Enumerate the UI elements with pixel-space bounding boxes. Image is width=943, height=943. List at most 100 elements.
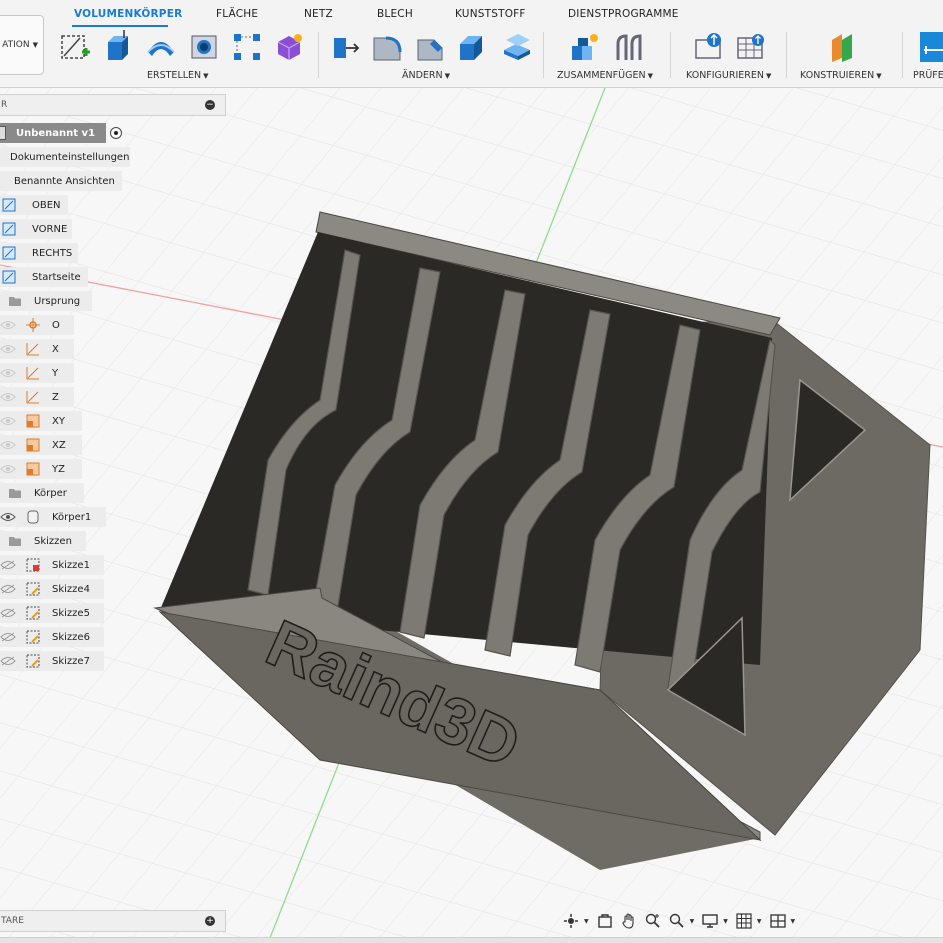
measure-icon[interactable] xyxy=(918,30,943,64)
browser-item-skizze6[interactable]: Skizze6 xyxy=(0,627,104,647)
browser-item-skizze5[interactable]: Skizze5 xyxy=(0,603,104,623)
axis-icon xyxy=(26,367,39,380)
item-label: Ursprung xyxy=(34,295,81,307)
visibility-eye-icon[interactable] xyxy=(0,464,16,474)
tab-blech[interactable]: BLECH xyxy=(377,8,413,20)
add-comment-icon[interactable]: + xyxy=(205,916,215,926)
group-konfigurieren[interactable]: KONFIGURIEREN ▼ xyxy=(686,70,771,81)
offset-plane-icon[interactable] xyxy=(826,30,860,64)
press-pull-icon[interactable] xyxy=(328,30,362,64)
tab-volumenkoerper[interactable]: VOLUMENKÖRPER xyxy=(74,8,182,20)
fillet-icon[interactable] xyxy=(370,30,404,64)
grid-settings-icon[interactable] xyxy=(733,911,755,931)
visibility-eye-icon[interactable] xyxy=(0,392,16,402)
browser-item-plane-xz[interactable]: XZ xyxy=(0,435,82,455)
browser-root-node[interactable]: Unbenannt v1 xyxy=(0,123,106,143)
tab-flaeche[interactable]: FLÄCHE xyxy=(216,8,258,20)
3d-viewport[interactable]: Raind3D xyxy=(0,88,943,943)
browser-header-label: R xyxy=(1,100,8,110)
group-erstellen[interactable]: ERSTELLEN ▼ xyxy=(147,70,209,81)
group-zusammenfuegen[interactable]: ZUSAMMENFÜGEN ▼ xyxy=(557,70,653,81)
browser-folder-ursprung[interactable]: Ursprung xyxy=(0,291,92,311)
browser-item-axis-x[interactable]: X xyxy=(0,339,74,359)
comments-panel-header[interactable]: TARE + xyxy=(0,910,226,932)
tab-kunststoff[interactable]: KUNSTSTOFF xyxy=(455,8,526,20)
browser-item-oben[interactable]: OBEN xyxy=(0,195,68,215)
shell-icon[interactable] xyxy=(456,30,490,64)
pattern-icon[interactable] xyxy=(230,30,264,64)
extrude-icon[interactable] xyxy=(102,30,136,64)
browser-item-vorne[interactable]: VORNE xyxy=(0,219,72,239)
visibility-eye-icon[interactable] xyxy=(0,320,16,330)
display-settings-icon[interactable] xyxy=(699,911,721,931)
browser-item-axis-z[interactable]: Z xyxy=(0,387,74,407)
hidden-eye-icon[interactable] xyxy=(0,584,16,594)
browser-item-rechts[interactable]: RECHTS xyxy=(0,243,78,263)
browser-item-origin-point[interactable]: O xyxy=(0,315,74,335)
navigation-bar: ▼ ▼ ▼ ▼ ▼ xyxy=(560,908,810,934)
browser-folder-skizzen[interactable]: Skizzen xyxy=(0,531,86,551)
chevron-down-icon[interactable]: ▼ xyxy=(723,918,728,925)
orbit-icon[interactable] xyxy=(560,911,582,931)
visibility-eye-icon[interactable] xyxy=(0,416,16,426)
hidden-eye-icon[interactable] xyxy=(0,632,16,642)
group-aendern-label: ÄNDERN xyxy=(402,70,443,81)
viewports-icon[interactable] xyxy=(767,911,789,931)
item-label: X xyxy=(52,343,59,355)
collapse-icon[interactable]: − xyxy=(205,100,215,110)
look-at-icon[interactable] xyxy=(594,911,616,931)
create-sketch-icon[interactable] xyxy=(58,30,92,64)
item-label: Skizze4 xyxy=(52,583,90,595)
sketch-icon xyxy=(26,630,40,644)
browser-item-koerper1[interactable]: Körper1 xyxy=(0,507,106,527)
browser-item-plane-xy[interactable]: XY xyxy=(0,411,82,431)
browser-item-skizze4[interactable]: Skizze4 xyxy=(0,579,104,599)
visibility-eye-icon[interactable] xyxy=(0,512,16,522)
joint-icon[interactable] xyxy=(612,30,646,64)
hole-icon[interactable] xyxy=(188,30,222,64)
toolbar-divider xyxy=(670,32,671,78)
browser-item-benannte-ansichten[interactable]: Benannte Ansichten xyxy=(0,171,122,191)
visibility-eye-icon[interactable] xyxy=(0,440,16,450)
tab-dienstprogramme[interactable]: DIENSTPROGRAMME xyxy=(568,8,679,20)
hidden-eye-icon[interactable] xyxy=(0,560,16,570)
tab-netz[interactable]: NETZ xyxy=(304,8,333,20)
item-label: Skizzen xyxy=(34,535,72,547)
combine-icon[interactable] xyxy=(500,30,534,64)
parameters-icon[interactable] xyxy=(692,30,726,64)
browser-panel-header[interactable]: R − xyxy=(0,94,226,116)
revolve-icon[interactable] xyxy=(144,30,178,64)
pan-hand-icon[interactable] xyxy=(618,911,640,931)
item-label: Startseite xyxy=(32,271,81,283)
workspace-switcher-button[interactable]: ATION ▼ xyxy=(0,15,44,75)
group-konstruieren[interactable]: KONSTRUIEREN ▼ xyxy=(800,70,882,81)
chevron-down-icon[interactable]: ▼ xyxy=(791,918,796,925)
chamfer-icon[interactable] xyxy=(414,30,448,64)
visibility-eye-icon[interactable] xyxy=(0,344,16,354)
browser-item-plane-yz[interactable]: YZ xyxy=(0,459,82,479)
visibility-eye-icon[interactable] xyxy=(0,368,16,378)
group-aendern[interactable]: ÄNDERN ▼ xyxy=(402,70,450,81)
create-form-icon[interactable] xyxy=(272,30,306,64)
chevron-down-icon[interactable]: ▼ xyxy=(584,918,589,925)
activate-radio-icon[interactable] xyxy=(110,127,122,139)
browser-folder-koerper[interactable]: Körper xyxy=(0,483,84,503)
chevron-down-icon[interactable]: ▼ xyxy=(757,918,762,925)
browser-item-skizze7[interactable]: Skizze7 xyxy=(0,651,104,671)
group-pruefen[interactable]: PRÜFE xyxy=(913,70,943,81)
chevron-down-icon: ▼ xyxy=(766,72,772,80)
zoom-icon[interactable] xyxy=(642,911,664,931)
hidden-eye-icon[interactable] xyxy=(0,608,16,618)
new-component-icon[interactable] xyxy=(568,30,602,64)
browser-item-startseite[interactable]: Startseite xyxy=(0,267,88,287)
hidden-eye-icon[interactable] xyxy=(0,656,16,666)
browser-item-axis-y[interactable]: Y xyxy=(0,363,74,383)
browser-item-dokumenteinstellungen[interactable]: Dokumenteinstellungen xyxy=(0,147,130,167)
active-tab-indicator xyxy=(72,25,168,27)
group-erstellen-label: ERSTELLEN xyxy=(147,70,202,81)
sketch-locked-icon xyxy=(26,558,40,572)
configure-table-icon[interactable] xyxy=(734,30,768,64)
zoom-window-icon[interactable] xyxy=(666,911,688,931)
browser-item-skizze1[interactable]: Skizze1 xyxy=(0,555,104,575)
chevron-down-icon[interactable]: ▼ xyxy=(690,918,695,925)
